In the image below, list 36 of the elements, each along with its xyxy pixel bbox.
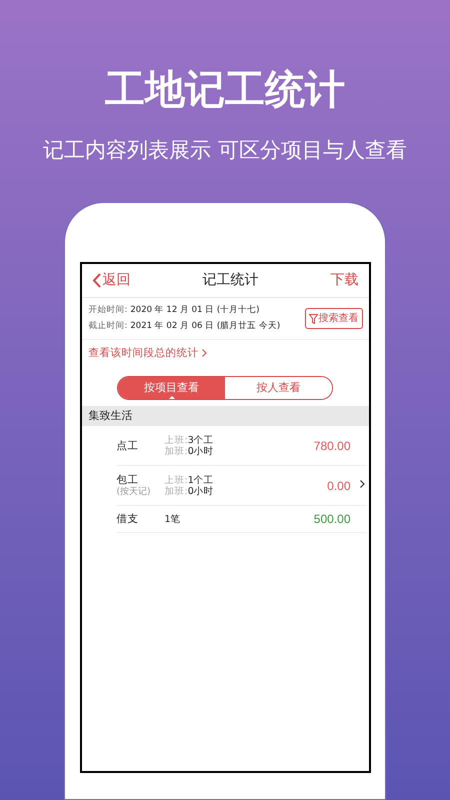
chevron-icon (360, 480, 364, 488)
record-type: 点工 (116, 440, 138, 452)
back-button[interactable]: 返回 (92, 270, 130, 291)
date-value: 2021 年 02 月 06 日 (腊月廿五 今天) (130, 320, 280, 333)
stat-value: 1笔 (164, 514, 181, 524)
stat-value: 0小时 (188, 486, 214, 496)
record-type: 借支 (116, 513, 138, 525)
record-row[interactable]: 包工 (按天记) 上班:1个工 加班:0小时 0.00 (116, 466, 366, 506)
date-value: 2020 年 12 月 01 日 (十月十七) (130, 304, 260, 317)
record-row[interactable]: 点工 上班:3个工 加班:0小时 780.00 (116, 426, 366, 466)
amount: 500.00 (314, 511, 350, 528)
stat-value: 0小时 (188, 446, 214, 456)
stat-label: 加班: (164, 446, 188, 456)
date-label: 开始时间: (88, 304, 128, 317)
headline: 工地记工统计 (105, 66, 345, 114)
view-tab[interactable]: 按项目查看 (118, 377, 225, 399)
screen-title: 记工统计 (202, 271, 258, 290)
record-row[interactable]: 借支 1笔 500.00 (116, 506, 366, 533)
search-button[interactable]: 搜索查看 (304, 308, 362, 329)
stat-value: 1个工 (188, 474, 214, 486)
record-note: (按天记) (116, 486, 151, 498)
subtitle: 记工内容列表展示 可区分项目与人查看 (43, 137, 407, 164)
filter-icon (308, 314, 318, 324)
stat-label: 上班: (164, 434, 188, 446)
date-label: 截止时间: (88, 320, 128, 333)
back-icon (92, 273, 100, 288)
group-title: 集致生活 (88, 408, 132, 424)
stat-label: 上班: (164, 474, 188, 486)
record-type: 包工 (116, 474, 138, 486)
amount: 0.00 (327, 478, 350, 494)
download-button[interactable]: 下载 (330, 270, 358, 291)
summary-link[interactable]: 查看该时间段总的统计 (88, 345, 206, 361)
stat-label: 加班: (164, 486, 188, 496)
amount: 780.00 (314, 438, 350, 454)
chevron-icon (202, 349, 206, 357)
stat-value: 3个工 (188, 434, 214, 446)
